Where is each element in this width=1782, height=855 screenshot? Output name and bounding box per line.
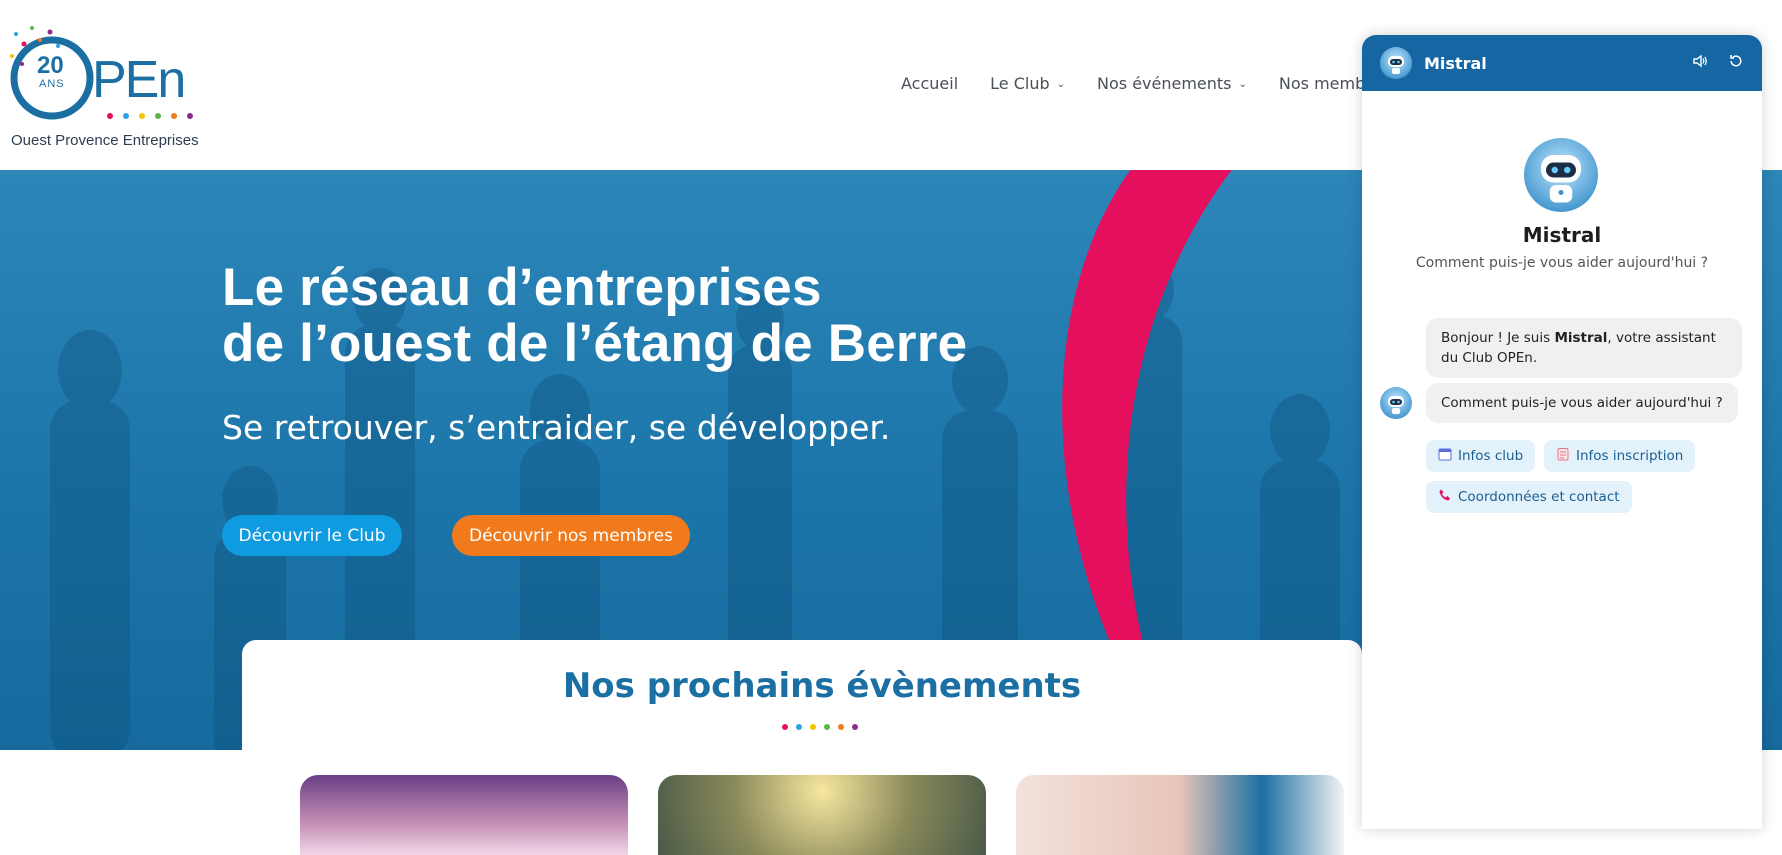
event-card[interactable] [658, 775, 986, 855]
message-text: Bonjour ! Je suis [1441, 330, 1555, 346]
nav-item-le-club[interactable]: Le Club ⌄ [990, 74, 1065, 93]
hero-subtitle: Se retrouver, s’entraider, se développer… [222, 408, 891, 447]
nav-item-accueil[interactable]: Accueil [901, 74, 958, 93]
chat-header: Mistral [1362, 35, 1762, 91]
logo-years: 20 [37, 52, 64, 79]
refresh-icon[interactable] [1728, 53, 1744, 73]
nav-label: Nos événements [1097, 74, 1232, 93]
calendar-icon [1438, 447, 1452, 465]
hero-title-line2: de l’ouest de l’étang de Berre [222, 314, 968, 373]
chip-label: Infos inscription [1576, 448, 1684, 464]
quick-reply-infos-club[interactable]: Infos club [1426, 440, 1536, 472]
bot-avatar-icon [1380, 47, 1412, 79]
nav-label: Nos memb [1278, 74, 1366, 93]
chat-header-name: Mistral [1424, 53, 1487, 73]
notepad-icon [1556, 447, 1570, 465]
chevron-down-icon: ⌄ [1238, 79, 1247, 90]
nav-label: Accueil [901, 74, 959, 93]
bot-message: Bonjour ! Je suis Mistral, votre assista… [1426, 318, 1742, 378]
logo-subtitle: Ouest Provence Entreprises [11, 132, 199, 149]
nav-item-membres[interactable]: Nos memb [1279, 74, 1365, 93]
bot-avatar-large [1524, 138, 1598, 212]
hero-title: Le réseau d’entreprises de l’ouest de l’… [222, 260, 967, 372]
nav-item-evenements[interactable]: Nos événements ⌄ [1097, 74, 1247, 93]
event-card[interactable] [1016, 775, 1344, 855]
chat-widget: Mistral Mistral Comment puis-je vous aid… [1362, 35, 1762, 829]
event-card[interactable] [300, 775, 628, 855]
bot-name: Mistral [1522, 223, 1602, 247]
bot-help-text: Comment puis-je vous aider aujourd'hui ? [1415, 255, 1709, 271]
chip-label: Coordonnées et contact [1458, 489, 1620, 505]
quick-reply-coordonnees[interactable]: Coordonnées et contact [1426, 481, 1632, 513]
bot-message: Comment puis-je vous aider aujourd'hui ? [1426, 383, 1738, 423]
discover-members-button[interactable]: Découvrir nos membres [452, 515, 690, 556]
logo-years-unit: ANS [39, 78, 65, 90]
decorative-dots [782, 724, 858, 730]
hero-title-line1: Le réseau d’entreprises [222, 258, 822, 317]
message-bold-text: Mistral [1554, 330, 1608, 346]
events-section: Nos prochains évènements [242, 640, 1362, 855]
discover-club-button[interactable]: Découvrir le Club [222, 515, 402, 556]
chevron-down-icon: ⌄ [1056, 79, 1066, 90]
chip-label: Infos club [1458, 448, 1524, 464]
nav-label: Le Club [990, 74, 1050, 93]
quick-reply-infos-inscription[interactable]: Infos inscription [1544, 440, 1696, 472]
phone-icon [1438, 488, 1452, 506]
bot-avatar-icon [1380, 387, 1412, 419]
main-nav: Accueil Le Club ⌄ Nos événements ⌄ Nos mem… [901, 74, 1365, 93]
logo-brand: PEn [92, 51, 186, 109]
speaker-icon[interactable] [1692, 53, 1708, 73]
events-title: Nos prochains évènements [562, 666, 1082, 706]
